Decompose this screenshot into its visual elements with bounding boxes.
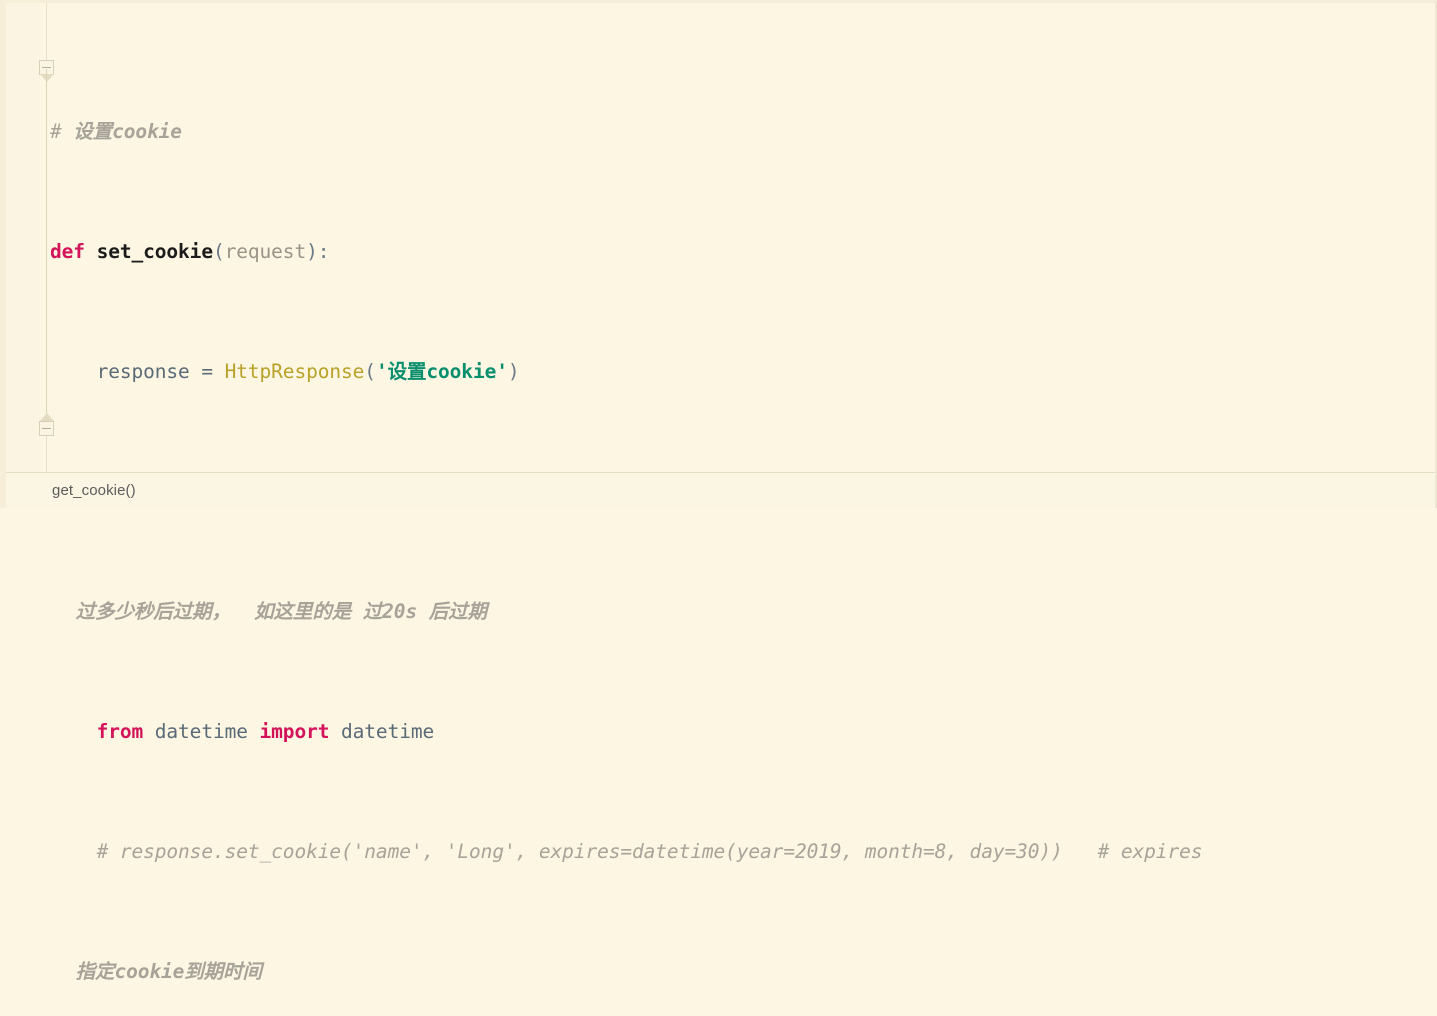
paren-open: ( — [212, 240, 225, 263]
code-line-3[interactable]: response = HttpResponse('设置cookie') — [50, 357, 1435, 387]
breadcrumb-bar[interactable]: get_cookie() — [6, 472, 1435, 508]
function-name-set-cookie: set_cookie — [96, 240, 214, 263]
code-line-1[interactable]: # 设置cookie — [50, 117, 1435, 147]
code-line-2[interactable]: def set_cookie(request): — [50, 237, 1435, 267]
imported-datetime: datetime — [329, 720, 435, 743]
assign-operator: = — [189, 360, 225, 383]
code-line-5-wrapped[interactable]: 过多少秒后过期， 如这里的是 过20s 后过期 — [50, 597, 1435, 627]
paren-close: ) — [306, 240, 318, 263]
parameter-request: request — [224, 240, 307, 263]
code-line-8-wrapped[interactable]: 指定cookie到期时间 — [50, 957, 1435, 987]
comment-setcookie-expires: # response.set_cookie('name', 'Long', ex… — [96, 840, 1203, 863]
keyword-import: import — [259, 720, 330, 743]
comment-hash: # — [50, 120, 62, 143]
code-line-7[interactable]: # response.set_cookie('name', 'Long', ex… — [50, 837, 1435, 867]
colon: : — [317, 240, 330, 263]
code-line-6[interactable]: from datetime import datetime — [50, 717, 1435, 747]
module-datetime: datetime — [143, 720, 260, 743]
code-fold-region-bar[interactable] — [46, 69, 47, 424]
comment-cn-expires-desc: 指定cookie到期时间 — [64, 960, 262, 983]
variable-response: response — [96, 360, 190, 383]
paren-open: ( — [364, 360, 376, 383]
string-literal: '设置cookie' — [375, 360, 508, 383]
paren-close: ) — [507, 360, 520, 383]
builtin-httpresponse: HttpResponse — [224, 360, 365, 383]
code-editor-window: # 设置cookie def set_cookie(request): resp… — [0, 0, 1437, 983]
comment-text-set-cookie: 设置cookie — [61, 120, 182, 143]
comment-cn-maxage-detail: 过多少秒后过期， 如这里的是 过20s 后过期 — [64, 600, 487, 623]
breadcrumb-item-get-cookie[interactable]: get_cookie() — [52, 482, 136, 499]
code-content[interactable]: # 设置cookie def set_cookie(request): resp… — [50, 27, 1435, 1016]
keyword-from: from — [96, 720, 144, 743]
editor-gutter[interactable] — [6, 3, 40, 473]
keyword-def: def — [50, 240, 85, 263]
